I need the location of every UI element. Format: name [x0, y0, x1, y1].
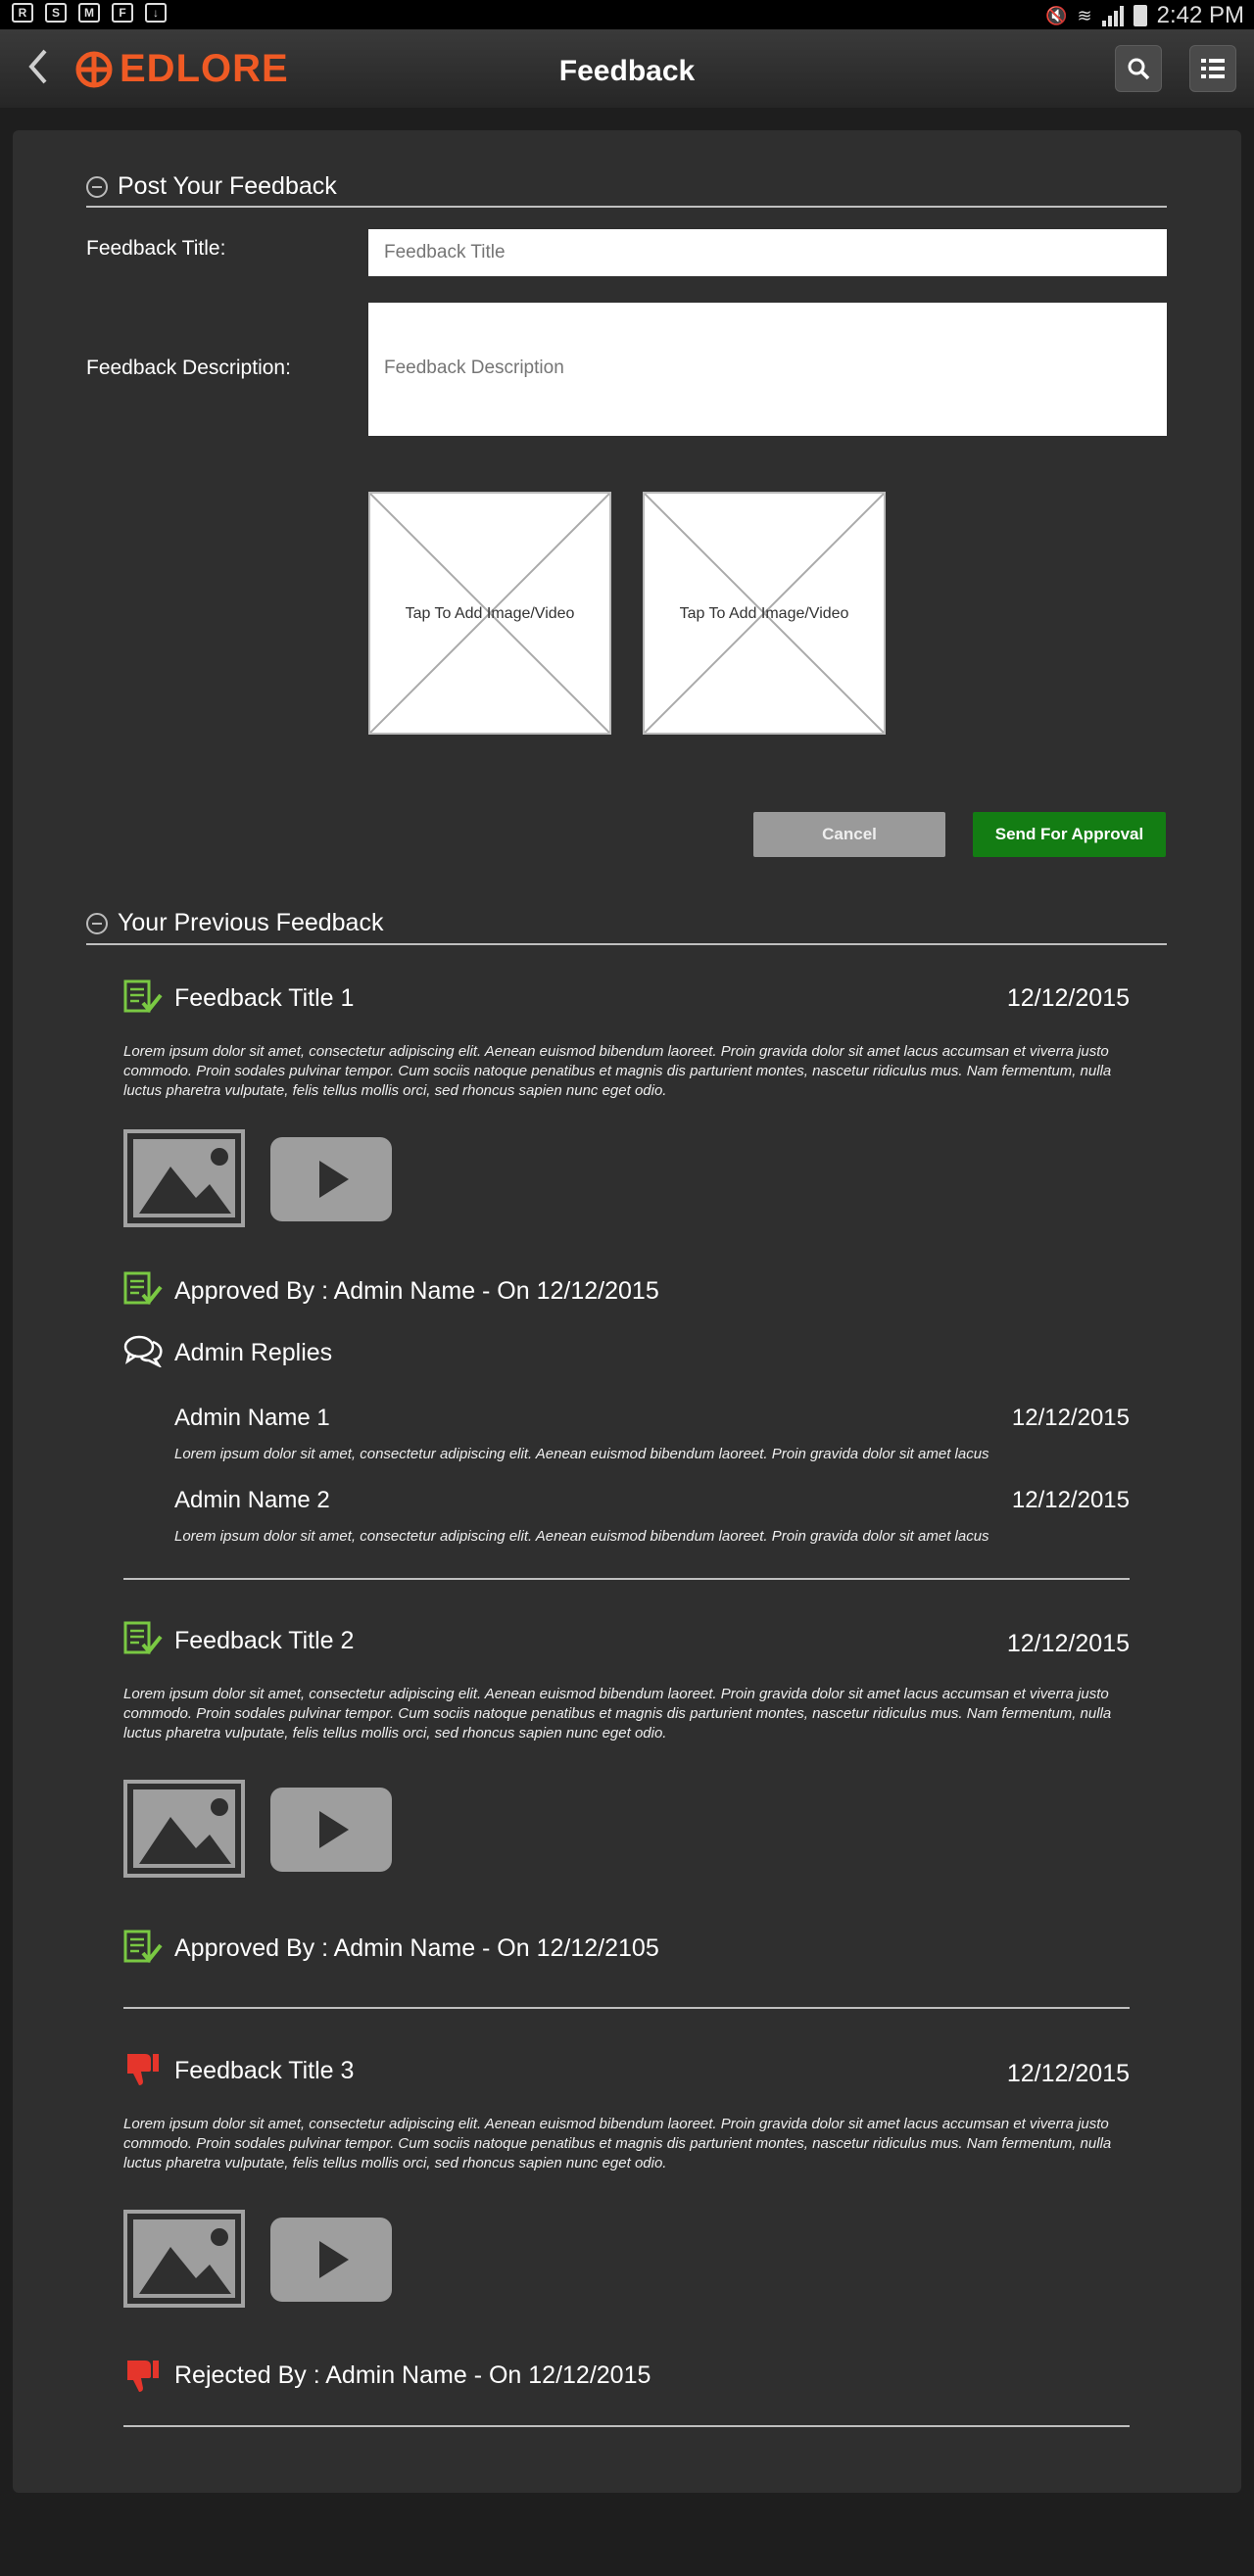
feedback-item-date: 12/12/2015 [1006, 1630, 1130, 1657]
feedback-description-label: Feedback Description: [86, 357, 291, 379]
feedback-item-body: Lorem ipsum dolor sit amet, consectetur … [123, 2116, 1112, 2171]
post-feedback-heading: Post Your Feedback [118, 172, 337, 200]
image-icon [133, 1789, 235, 1868]
feedback-description-input[interactable] [368, 303, 1167, 436]
admin-replies-heading[interactable]: Admin Replies [174, 1339, 332, 1367]
feedback-item-title[interactable]: Feedback Title 2 [174, 1627, 354, 1655]
feedback-item-body: Lorem ipsum dolor sit amet, consectetur … [123, 1043, 1112, 1099]
reply-text: Lorem ipsum dolor sit amet, consectetur … [174, 1528, 989, 1545]
play-icon [319, 2241, 349, 2278]
list-menu-icon [1201, 59, 1225, 78]
approved-doc-icon [123, 1621, 163, 1655]
image-icon [133, 2219, 235, 2298]
attached-video[interactable] [270, 1788, 392, 1872]
section-divider [86, 206, 1167, 208]
reply-admin-name: Admin Name 1 [174, 1405, 330, 1431]
reply-text: Lorem ipsum dolor sit amet, consectetur … [174, 1446, 989, 1462]
approved-doc-icon [123, 1930, 163, 1964]
signal-icon [1101, 5, 1124, 26]
play-icon [319, 1161, 349, 1198]
page-title: Feedback [558, 55, 696, 87]
add-media-label: Tap To Add Image/Video [405, 605, 575, 622]
post-feedback-header: Post Your Feedback [86, 172, 337, 201]
rejection-status: Rejected By : Admin Name - On 12/12/2015 [174, 2361, 651, 2389]
approval-status: Approved By : Admin Name - On 12/12/2015 [174, 1277, 659, 1305]
notification-icons: R S M F ↓ [12, 3, 167, 23]
menu-button[interactable] [1189, 45, 1236, 92]
wifi-icon: ≋ [1077, 5, 1092, 25]
send-for-approval-button[interactable]: Send For Approval [973, 812, 1166, 857]
feedback-title-input[interactable] [368, 229, 1167, 276]
chat-bubbles-icon [123, 1335, 163, 1367]
battery-icon [1133, 5, 1147, 26]
previous-feedback-heading: Your Previous Feedback [118, 909, 384, 936]
attached-video[interactable] [270, 2218, 392, 2302]
feedback-item-date: 12/12/2015 [1006, 984, 1130, 1012]
reply-admin-name: Admin Name 2 [174, 1487, 330, 1513]
approved-doc-icon [123, 979, 163, 1014]
add-media-slot[interactable]: Tap To Add Image/Video [368, 492, 611, 735]
app-notification-icon: S [45, 3, 67, 23]
thumbs-down-icon [127, 2054, 159, 2085]
feedback-item-title[interactable]: Feedback Title 3 [174, 2057, 354, 2085]
feedback-title-label: Feedback Title: [86, 237, 226, 260]
section-divider [86, 943, 1167, 945]
search-button[interactable] [1115, 45, 1162, 92]
mail-notification-icon: M [78, 3, 100, 23]
attached-image[interactable] [123, 2210, 245, 2308]
reply-date: 12/12/2015 [1011, 1405, 1130, 1431]
add-media-slot[interactable]: Tap To Add Image/Video [643, 492, 886, 735]
approval-status: Approved By : Admin Name - On 12/12/2105 [174, 1934, 659, 1962]
feedback-item-body: Lorem ipsum dolor sit amet, consectetur … [123, 1686, 1112, 1741]
attached-image[interactable] [123, 1780, 245, 1878]
mute-icon: 🔇 [1045, 5, 1068, 25]
cancel-button[interactable]: Cancel [753, 812, 945, 857]
flipboard-notification-icon: F [112, 3, 133, 23]
item-divider [123, 1578, 1130, 1580]
attached-image[interactable] [123, 1129, 245, 1227]
item-divider [123, 2007, 1130, 2009]
system-status: 🔇 ≋ 2:42 PM [1045, 2, 1244, 29]
add-media-label: Tap To Add Image/Video [679, 605, 849, 622]
collapse-icon[interactable] [86, 175, 108, 198]
collapse-icon[interactable] [86, 912, 108, 934]
previous-feedback-header: Your Previous Feedback [86, 909, 383, 937]
rx-notification-icon: R [12, 3, 33, 23]
feedback-item-date: 12/12/2015 [1006, 2060, 1130, 2087]
thumbs-down-icon [127, 2361, 159, 2392]
reply-date: 12/12/2015 [1011, 1487, 1130, 1513]
app-bar: EDLORE Feedback [0, 29, 1254, 108]
feedback-item-title[interactable]: Feedback Title 1 [174, 984, 354, 1013]
search-icon [1128, 58, 1150, 80]
item-divider [123, 2425, 1130, 2427]
status-bar: R S M F ↓ 🔇 ≋ 2:42 PM [0, 0, 1254, 29]
approved-doc-icon [123, 1271, 163, 1306]
image-icon [133, 1139, 235, 1217]
attached-video[interactable] [270, 1137, 392, 1221]
download-notification-icon: ↓ [145, 3, 167, 23]
play-icon [319, 1811, 349, 1848]
clock: 2:42 PM [1156, 2, 1244, 28]
